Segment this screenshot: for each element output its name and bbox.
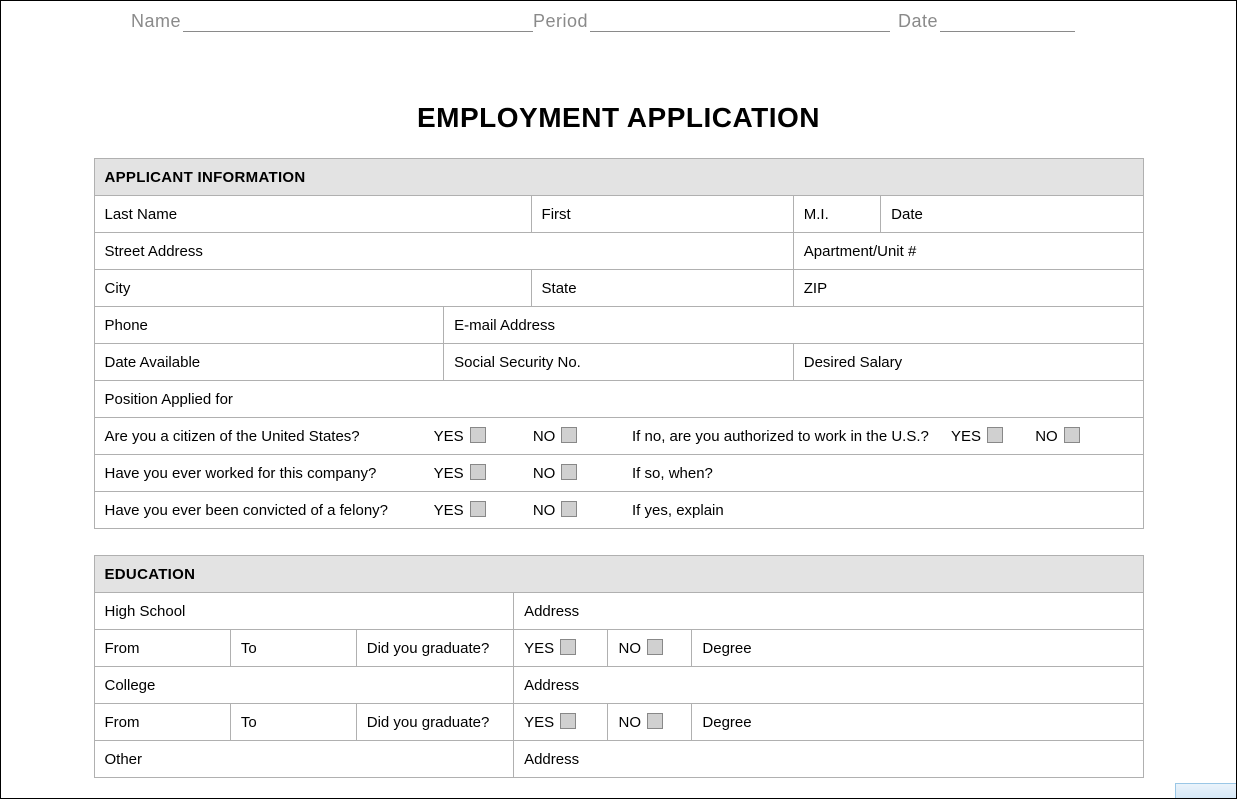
felony-no[interactable]: NO (533, 501, 628, 519)
q-worked-tail: If so, when? (632, 465, 713, 482)
date-label: Date (898, 11, 938, 32)
ssn-field[interactable]: Social Security No. (444, 344, 794, 381)
section-gap (94, 529, 1144, 555)
document-page: Name Period Date EMPLOYMENT APPLICATION … (0, 0, 1237, 799)
period-blank-line[interactable] (590, 17, 890, 32)
education-table: EDUCATION High School Address From To Di… (94, 555, 1144, 778)
date-available-field[interactable]: Date Available (94, 344, 444, 381)
position-field[interactable]: Position Applied for (94, 381, 1143, 418)
checkbox-icon (561, 464, 577, 480)
city-field[interactable]: City (94, 270, 531, 307)
period-label: Period (533, 11, 588, 32)
apt-field[interactable]: Apartment/Unit # (793, 233, 1143, 270)
applicant-table: APPLICANT INFORMATION Last Name First M.… (94, 158, 1144, 529)
citizen-no[interactable]: NO (533, 427, 628, 445)
checkbox-icon (470, 427, 486, 443)
felony-yes[interactable]: YES (434, 501, 529, 519)
email-field[interactable]: E-mail Address (444, 307, 1143, 344)
first-name-field[interactable]: First (531, 196, 793, 233)
checkbox-icon (561, 427, 577, 443)
form: APPLICANT INFORMATION Last Name First M.… (94, 158, 1144, 778)
street-field[interactable]: Street Address (94, 233, 793, 270)
checkbox-icon (560, 639, 576, 655)
hs-degree-field[interactable]: Degree (692, 630, 1143, 667)
q-worked: Have you ever worked for this company? (105, 465, 430, 482)
state-field[interactable]: State (531, 270, 793, 307)
checkbox-icon (647, 713, 663, 729)
q-citizen-tail: If no, are you authorized to work in the… (632, 428, 929, 445)
college-grad-yes[interactable]: YES (514, 704, 608, 741)
checkbox-icon (470, 501, 486, 517)
college-grad-label: Did you graduate? (356, 704, 513, 741)
worked-yes[interactable]: YES (434, 464, 529, 482)
auth-no[interactable]: NO (1035, 427, 1080, 445)
phone-field[interactable]: Phone (94, 307, 444, 344)
high-school-field[interactable]: High School (94, 593, 514, 630)
other-field[interactable]: Other (94, 741, 514, 778)
checkbox-icon (987, 427, 1003, 443)
checkbox-icon (561, 501, 577, 517)
hs-grad-yes[interactable]: YES (514, 630, 608, 667)
status-bar-corner (1175, 783, 1236, 798)
applicant-section-header: APPLICANT INFORMATION (94, 159, 1143, 196)
education-section-header: EDUCATION (94, 556, 1143, 593)
college-degree-field[interactable]: Degree (692, 704, 1143, 741)
hs-grad-label: Did you graduate? (356, 630, 513, 667)
last-name-field[interactable]: Last Name (94, 196, 531, 233)
q-felony-tail: If yes, explain (632, 502, 724, 519)
felony-row: Have you ever been convicted of a felony… (94, 492, 1143, 529)
checkbox-icon (560, 713, 576, 729)
hs-from-field[interactable]: From (94, 630, 230, 667)
hs-to-field[interactable]: To (230, 630, 356, 667)
zip-field[interactable]: ZIP (793, 270, 1143, 307)
checkbox-icon (647, 639, 663, 655)
checkbox-icon (1064, 427, 1080, 443)
citizen-yes[interactable]: YES (434, 427, 529, 445)
citizen-row: Are you a citizen of the United States? … (94, 418, 1143, 455)
name-label: Name (131, 11, 181, 32)
page-title: EMPLOYMENT APPLICATION (1, 102, 1236, 134)
header-line: Name Period Date (1, 1, 1236, 32)
other-address-field[interactable]: Address (514, 741, 1143, 778)
worked-no[interactable]: NO (533, 464, 628, 482)
hs-grad-no[interactable]: NO (608, 630, 692, 667)
name-blank-line[interactable] (183, 17, 533, 32)
date-blank-line[interactable] (940, 17, 1075, 32)
mi-field[interactable]: M.I. (793, 196, 880, 233)
college-grad-no[interactable]: NO (608, 704, 692, 741)
checkbox-icon (470, 464, 486, 480)
hs-address-field[interactable]: Address (514, 593, 1143, 630)
auth-yes[interactable]: YES (951, 427, 1003, 445)
q-citizen: Are you a citizen of the United States? (105, 428, 430, 445)
desired-salary-field[interactable]: Desired Salary (793, 344, 1143, 381)
college-address-field[interactable]: Address (514, 667, 1143, 704)
q-felony: Have you ever been convicted of a felony… (105, 502, 430, 519)
college-from-field[interactable]: From (94, 704, 230, 741)
app-date-field[interactable]: Date (881, 196, 1143, 233)
college-field[interactable]: College (94, 667, 514, 704)
worked-row: Have you ever worked for this company? Y… (94, 455, 1143, 492)
college-to-field[interactable]: To (230, 704, 356, 741)
